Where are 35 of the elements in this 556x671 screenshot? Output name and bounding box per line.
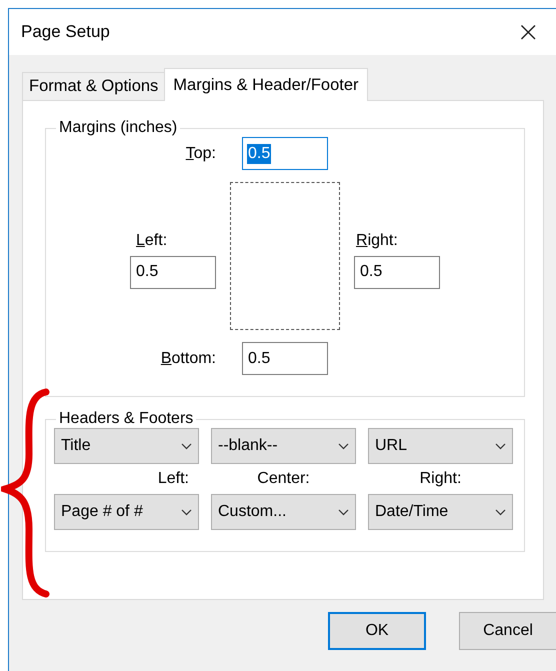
- dialog-button[interactable]: OK: [328, 612, 426, 650]
- field-value: 0.5: [135, 262, 160, 282]
- input-field[interactable]: 0.5: [130, 256, 216, 288]
- tab[interactable]: Margins & Header/Footer: [164, 68, 368, 101]
- position-label: Center:: [256, 470, 311, 488]
- chevron-down-icon: [181, 508, 192, 516]
- dropdown[interactable]: Page # of #: [54, 494, 199, 530]
- group-title: Headers & Footers: [58, 410, 194, 428]
- field-label: Left:: [135, 232, 168, 250]
- chevron-down-icon: [181, 442, 192, 450]
- chevron-down-icon: [495, 508, 506, 516]
- chevron-down-icon: [338, 508, 349, 516]
- chevron-down-icon: [338, 442, 349, 450]
- field-label: Bottom:: [160, 350, 216, 368]
- input-field[interactable]: 0.5: [242, 342, 328, 375]
- input-field[interactable]: 0.5: [354, 256, 440, 288]
- dropdown[interactable]: Custom...: [211, 494, 356, 530]
- input-field[interactable]: 0.5: [242, 137, 328, 170]
- field-label: Right:: [355, 232, 399, 250]
- close-button[interactable]: ×: [510, 18, 546, 46]
- window-title: Page Setup: [21, 22, 110, 42]
- dropdown[interactable]: --blank--: [211, 428, 356, 464]
- dropdown[interactable]: Date/Time: [368, 494, 513, 530]
- position-label: Left:: [156, 470, 190, 488]
- field-value: 0.5: [359, 262, 384, 282]
- dropdown[interactable]: Title: [54, 428, 199, 464]
- tab[interactable]: Format & Options: [22, 72, 166, 100]
- field-label: Top:: [186, 144, 216, 162]
- dropdown[interactable]: URL: [368, 428, 513, 464]
- chevron-down-icon: [495, 442, 506, 450]
- group-title: Margins (inches): [58, 119, 178, 137]
- field-value: 0.5: [247, 144, 272, 164]
- position-label: Right:: [418, 470, 462, 488]
- field-value: 0.5: [247, 348, 272, 368]
- dialog-button[interactable]: Cancel: [459, 612, 556, 650]
